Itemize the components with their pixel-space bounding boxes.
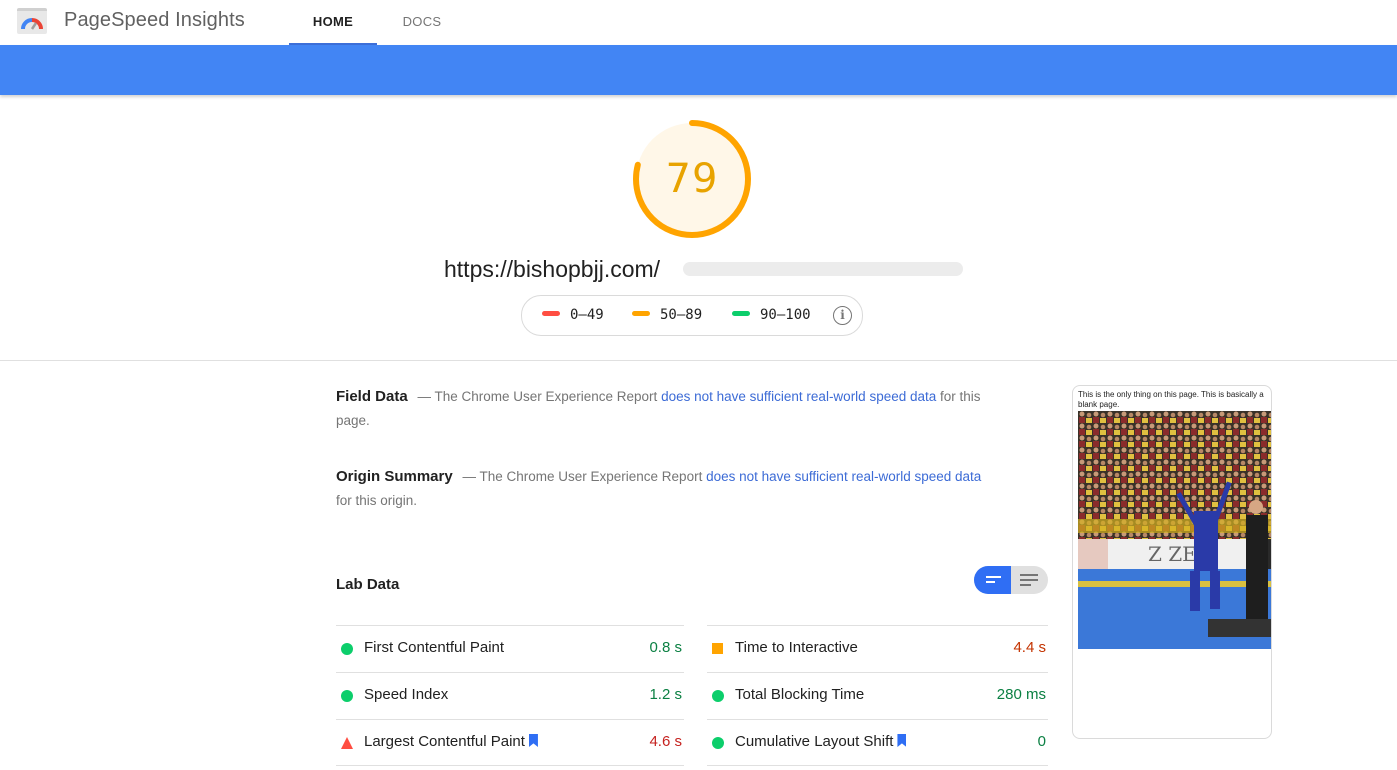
legend-pass-swatch <box>732 310 750 316</box>
field-data-prefix: — The Chrome User Experience Report <box>417 389 658 404</box>
legend-average-label: 50–89 <box>660 307 703 323</box>
metric-cumulative-layout-shift[interactable]: Cumulative Layout Shift 0 <box>707 719 1048 766</box>
legend-fail: 0–49 <box>542 307 604 323</box>
score-value: 79 <box>665 156 719 202</box>
legend-average-swatch <box>632 310 650 316</box>
legend-pass: 90–100 <box>732 307 811 323</box>
origin-summary-prefix: — The Chrome User Experience Report <box>462 469 703 484</box>
metric-largest-contentful-paint[interactable]: Largest Contentful Paint 4.6 s <box>336 719 684 766</box>
score-legend: 0–49 50–89 90–100 i <box>521 295 863 336</box>
section-divider <box>0 360 1397 361</box>
legend-fail-label: 0–49 <box>570 307 604 323</box>
expanded-view-button[interactable] <box>1011 566 1048 594</box>
metric-value: 0.8 s <box>649 639 682 656</box>
origin-summary-title: Origin Summary <box>336 468 453 485</box>
legend-pass-label: 90–100 <box>760 307 811 323</box>
bookmark-icon <box>897 734 907 747</box>
metric-value: 280 ms <box>996 686 1046 703</box>
blue-banner <box>0 45 1397 95</box>
pass-icon <box>341 643 353 655</box>
metric-label-wrap: Largest Contentful Paint <box>364 733 538 750</box>
screenshot-caption: This is the only thing on this page. Thi… <box>1078 390 1264 409</box>
metric-label: First Contentful Paint <box>364 639 505 656</box>
metric-value: 1.2 s <box>649 686 682 703</box>
metric-speed-index[interactable]: Speed Index 1.2 s <box>336 672 684 719</box>
redacted-url-path <box>683 262 963 276</box>
metric-label: Total Blocking Time <box>735 686 865 703</box>
field-data-title: Field Data <box>336 388 408 405</box>
pass-icon <box>712 690 724 702</box>
fail-icon <box>341 737 353 749</box>
tab-docs[interactable]: DOCS <box>377 0 467 45</box>
pagespeed-logo-icon[interactable] <box>17 8 47 34</box>
photo-illustration: Z ZER <box>1078 411 1271 649</box>
pass-icon <box>712 737 724 749</box>
bookmark-icon <box>528 734 538 747</box>
expanded-view-icon <box>1020 574 1038 589</box>
origin-summary-section: Origin Summary — The Chrome User Experie… <box>336 465 996 513</box>
metric-label: Speed Index <box>364 686 449 703</box>
metrics-view-toggle[interactable] <box>974 566 1048 594</box>
screenshot-photo: Z ZER <box>1078 411 1271 649</box>
metric-value: 4.4 s <box>1013 639 1046 656</box>
origin-summary-link[interactable]: does not have sufficient real-world spee… <box>706 469 981 484</box>
metric-time-to-interactive[interactable]: Time to Interactive 4.4 s <box>707 625 1048 672</box>
top-app-bar: PageSpeed Insights HOME DOCS <box>0 0 1397 45</box>
compact-view-icon <box>986 576 1002 586</box>
brand-title[interactable]: PageSpeed Insights <box>64 9 245 32</box>
metric-label: Time to Interactive <box>735 639 858 656</box>
average-icon <box>712 643 723 654</box>
performance-score-gauge: 79 <box>630 117 754 241</box>
tab-home[interactable]: HOME <box>289 0 377 45</box>
origin-summary-suffix: for this origin. <box>336 493 418 508</box>
legend-fail-swatch <box>542 310 560 316</box>
metric-value: 4.6 s <box>649 733 682 750</box>
metric-label: Largest Contentful Paint <box>364 733 525 750</box>
compact-view-button[interactable] <box>974 566 1011 594</box>
lab-data-title: Lab Data <box>336 576 400 593</box>
metric-first-contentful-paint[interactable]: First Contentful Paint 0.8 s <box>336 625 684 672</box>
metric-total-blocking-time[interactable]: Total Blocking Time 280 ms <box>707 672 1048 719</box>
metric-label-wrap: Cumulative Layout Shift <box>735 733 907 750</box>
final-screenshot[interactable]: This is the only thing on this page. Thi… <box>1072 385 1272 739</box>
pass-icon <box>341 690 353 702</box>
info-icon[interactable]: i <box>833 306 852 325</box>
metric-value: 0 <box>1037 733 1046 750</box>
legend-average: 50–89 <box>632 307 702 323</box>
analyzed-url: https://bishopbjj.com/ <box>444 256 661 282</box>
field-data-link[interactable]: does not have sufficient real-world spee… <box>661 389 936 404</box>
metric-label: Cumulative Layout Shift <box>735 733 894 750</box>
field-data-section: Field Data — The Chrome User Experience … <box>336 385 996 433</box>
